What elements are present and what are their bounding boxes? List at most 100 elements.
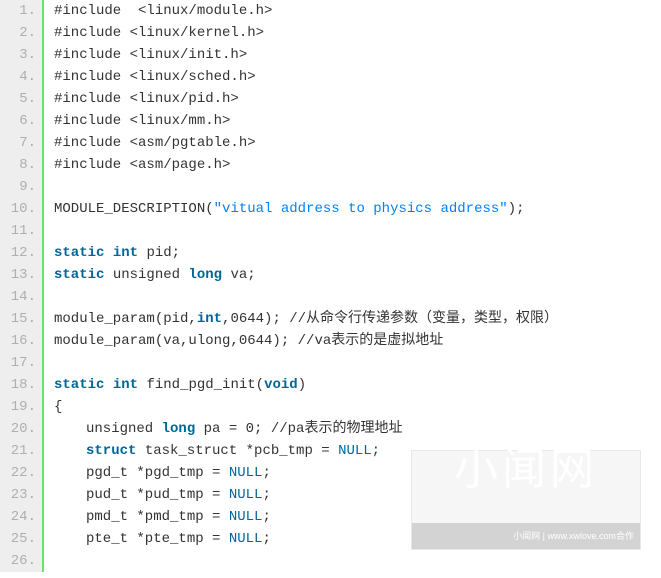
code-area: #include <linux/module.h> #include <linux…	[44, 0, 661, 572]
code-token: #include <linux/init.h>	[54, 47, 247, 63]
code-token: va;	[222, 267, 256, 283]
code-token: struct	[86, 443, 136, 459]
line-number: 1.	[0, 0, 42, 22]
line-number: 21.	[0, 440, 42, 462]
code-token: pid;	[138, 245, 180, 261]
code-token: ;	[262, 487, 270, 503]
line-number: 3.	[0, 44, 42, 66]
code-line: pud_t *pud_tmp = NULL;	[54, 484, 661, 506]
line-number: 24.	[0, 506, 42, 528]
line-number: 18.	[0, 374, 42, 396]
code-token: NULL	[229, 509, 263, 525]
code-token: #include <asm/page.h>	[54, 157, 230, 173]
line-number: 11.	[0, 220, 42, 242]
line-number: 8.	[0, 154, 42, 176]
code-token: NULL	[338, 443, 372, 459]
code-line: module_param(va,ulong,0644); //va表示的是虚拟地…	[54, 330, 661, 352]
code-line: module_param(pid,int,0644); //从命令行传递参数（变…	[54, 308, 661, 330]
code-line: pte_t *pte_tmp = NULL;	[54, 528, 661, 550]
code-line	[54, 550, 661, 572]
line-number: 23.	[0, 484, 42, 506]
line-number: 15.	[0, 308, 42, 330]
code-token: pgd_t *pgd_tmp =	[86, 465, 229, 481]
code-line	[54, 220, 661, 242]
code-line	[54, 352, 661, 374]
line-number: 2.	[0, 22, 42, 44]
code-token: );	[508, 201, 525, 217]
code-token: pa = 0; //pa表示的物理地址	[195, 421, 402, 437]
code-token: ;	[262, 465, 270, 481]
code-line: #include <asm/page.h>	[54, 154, 661, 176]
code-token: #include <linux/sched.h>	[54, 69, 256, 85]
line-number: 14.	[0, 286, 42, 308]
code-line: static unsigned long va;	[54, 264, 661, 286]
code-line: #include <asm/pgtable.h>	[54, 132, 661, 154]
code-line	[54, 286, 661, 308]
code-token: module_param(pid,	[54, 311, 197, 327]
line-number-gutter: 1.2.3.4.5.6.7.8.9.10.11.12.13.14.15.16.1…	[0, 0, 44, 572]
code-line: MODULE_DESCRIPTION("vitual address to ph…	[54, 198, 661, 220]
code-token: pmd_t *pmd_tmp =	[86, 509, 229, 525]
code-token: unsigned	[86, 421, 162, 437]
line-number: 22.	[0, 462, 42, 484]
code-token: unsigned	[104, 267, 188, 283]
line-number: 6.	[0, 110, 42, 132]
line-number: 20.	[0, 418, 42, 440]
line-number: 25.	[0, 528, 42, 550]
code-block: 1.2.3.4.5.6.7.8.9.10.11.12.13.14.15.16.1…	[0, 0, 661, 572]
code-token: #include <linux/module.h>	[54, 3, 272, 19]
code-line	[54, 176, 661, 198]
code-token: int	[113, 245, 138, 261]
code-token: #include <linux/kernel.h>	[54, 25, 264, 41]
line-number: 13.	[0, 264, 42, 286]
code-line: #include <linux/mm.h>	[54, 110, 661, 132]
code-token: find_pgd_init(	[138, 377, 264, 393]
code-token	[104, 377, 112, 393]
line-number: 12.	[0, 242, 42, 264]
code-line: #include <linux/kernel.h>	[54, 22, 661, 44]
code-token: {	[54, 399, 62, 415]
line-number: 16.	[0, 330, 42, 352]
code-token: #include <linux/mm.h>	[54, 113, 230, 129]
line-number: 9.	[0, 176, 42, 198]
code-line: unsigned long pa = 0; //pa表示的物理地址	[54, 418, 661, 440]
line-number: 7.	[0, 132, 42, 154]
code-token: pte_t *pte_tmp =	[86, 531, 229, 547]
code-line: pgd_t *pgd_tmp = NULL;	[54, 462, 661, 484]
code-line: static int find_pgd_init(void)	[54, 374, 661, 396]
code-token: int	[197, 311, 222, 327]
code-token: static	[54, 377, 104, 393]
code-token: #include <linux/pid.h>	[54, 91, 239, 107]
line-number: 17.	[0, 352, 42, 374]
code-token: void	[264, 377, 298, 393]
code-token	[104, 245, 112, 261]
code-line: {	[54, 396, 661, 418]
code-token: ;	[262, 531, 270, 547]
line-number: 5.	[0, 88, 42, 110]
code-token: #include <asm/pgtable.h>	[54, 135, 256, 151]
code-token: NULL	[229, 531, 263, 547]
code-token: ;	[372, 443, 380, 459]
code-token: static	[54, 267, 104, 283]
line-number: 19.	[0, 396, 42, 418]
code-token: module_param(va,ulong,0644); //va表示的是虚拟地…	[54, 333, 443, 349]
code-token: MODULE_DESCRIPTION(	[54, 201, 214, 217]
code-token: ,0644); //从命令行传递参数（变量，类型，权限）	[222, 311, 558, 327]
code-line: struct task_struct *pcb_tmp = NULL;	[54, 440, 661, 462]
code-token: task_struct *pcb_tmp =	[136, 443, 338, 459]
code-token: long	[188, 267, 222, 283]
line-number: 26.	[0, 550, 42, 572]
code-token: long	[162, 421, 196, 437]
code-token: ;	[262, 509, 270, 525]
code-token: int	[113, 377, 138, 393]
line-number: 10.	[0, 198, 42, 220]
code-line: #include <linux/sched.h>	[54, 66, 661, 88]
code-line: #include <linux/module.h>	[54, 0, 661, 22]
code-token: static	[54, 245, 104, 261]
code-line: static int pid;	[54, 242, 661, 264]
code-line: #include <linux/pid.h>	[54, 88, 661, 110]
code-line: pmd_t *pmd_tmp = NULL;	[54, 506, 661, 528]
code-token: NULL	[229, 487, 263, 503]
code-line: #include <linux/init.h>	[54, 44, 661, 66]
line-number: 4.	[0, 66, 42, 88]
